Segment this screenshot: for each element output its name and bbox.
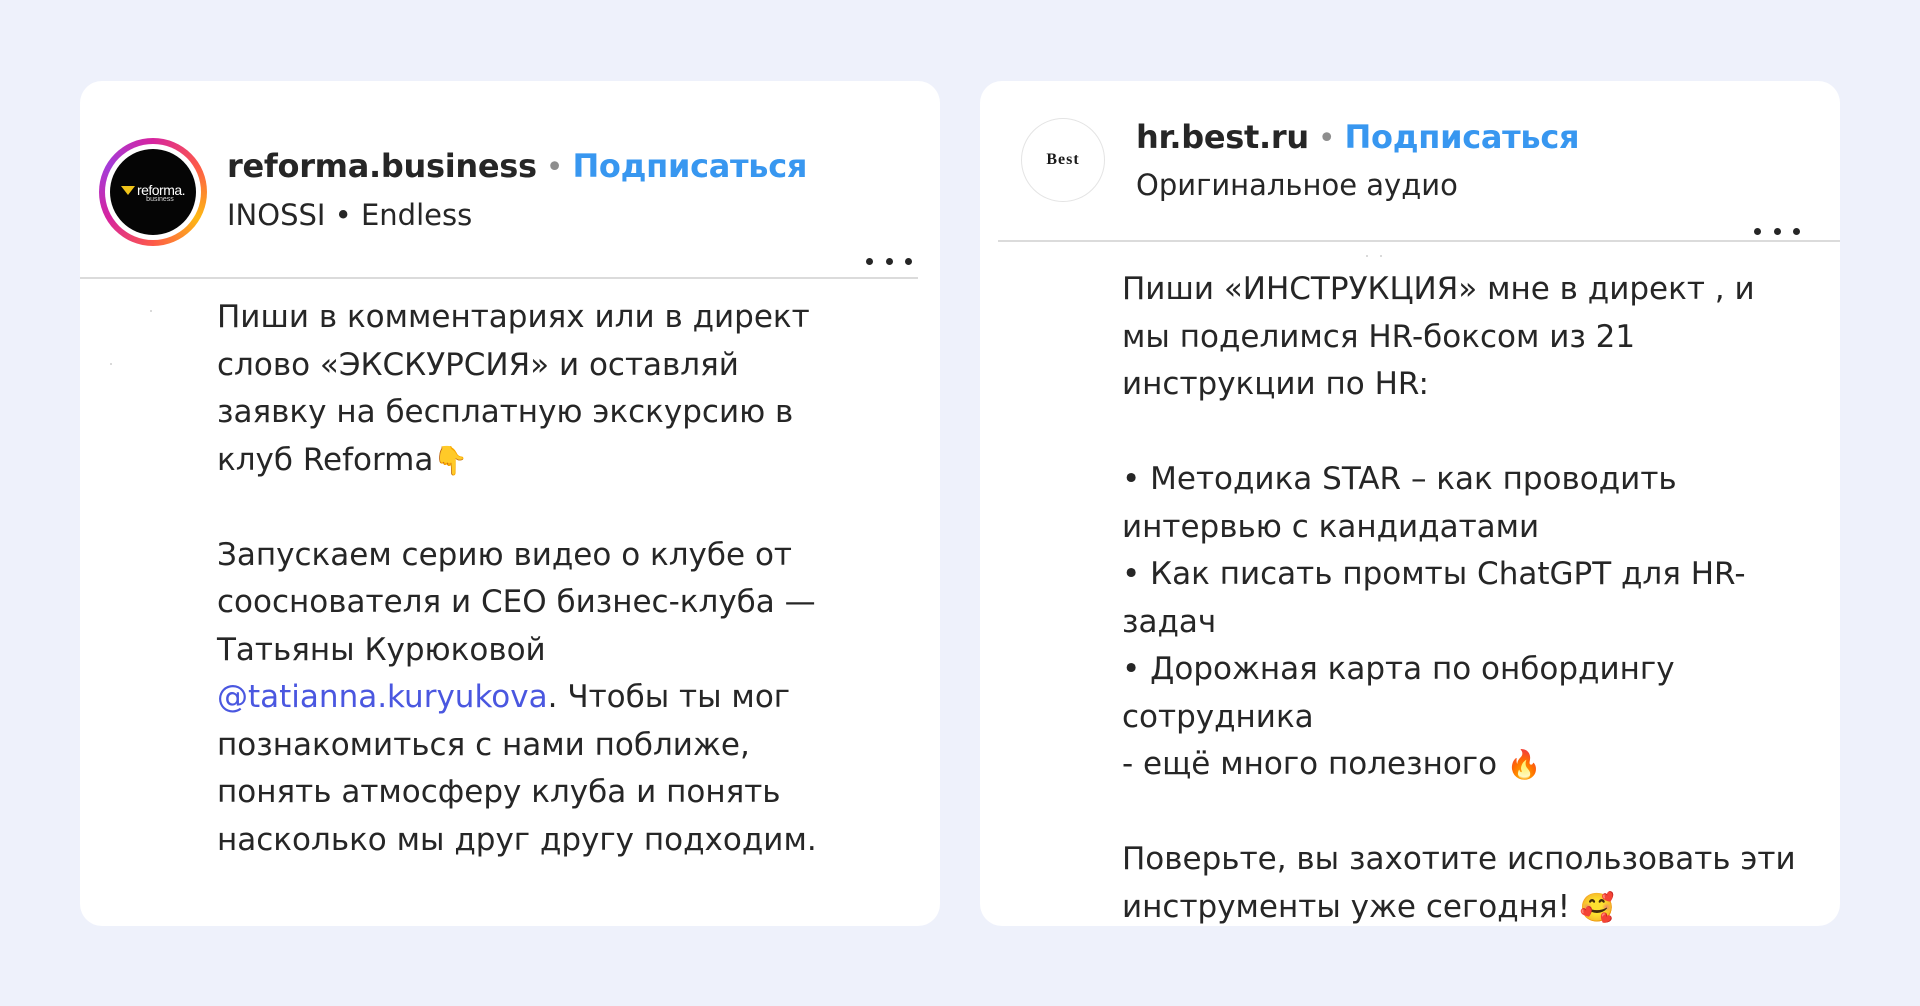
- dot-separator: •: [1317, 121, 1336, 156]
- mention-link[interactable]: @tatianna.kuryukova: [217, 679, 548, 715]
- name-line: reforma.business • Подписаться: [227, 147, 807, 185]
- audio-info[interactable]: Оригинальное аудио: [1136, 168, 1458, 202]
- faint-mark: [1380, 255, 1382, 257]
- pointing-down-emoji: 👇: [433, 443, 469, 477]
- header-divider: [80, 277, 918, 279]
- reforma-logo: reforma. business: [110, 149, 196, 235]
- smiling-hearts-emoji: 🥰: [1579, 890, 1615, 924]
- post-caption: Пиши в комментариях или в директ слово «…: [217, 299, 817, 858]
- fire-emoji: 🔥: [1506, 748, 1542, 781]
- audio-info[interactable]: INOSSI • Endless: [227, 198, 472, 232]
- more-options-icon[interactable]: [866, 256, 912, 266]
- faint-mark: [110, 363, 112, 365]
- profile-avatar[interactable]: Best: [1021, 118, 1105, 202]
- name-line: hr.best.ru • Подписаться: [1136, 118, 1580, 156]
- post-card-hrbest: Best hr.best.ru • Подписаться Оригинальн…: [980, 81, 1840, 926]
- more-options-icon[interactable]: [1754, 226, 1800, 236]
- dot-separator: •: [545, 150, 564, 185]
- username-link[interactable]: reforma.business: [227, 147, 537, 185]
- post-caption: Пиши «ИНСТРУКЦИЯ» мне в директ , и мы по…: [1122, 271, 1796, 925]
- best-logo: Best: [1046, 150, 1080, 168]
- logo-triangle-icon: [120, 186, 135, 195]
- header-divider: [998, 240, 1840, 242]
- follow-button[interactable]: Подписаться: [1345, 118, 1580, 156]
- profile-avatar[interactable]: reforma. business: [99, 138, 207, 246]
- faint-mark: [1366, 255, 1368, 257]
- follow-button[interactable]: Подписаться: [572, 147, 807, 185]
- username-link[interactable]: hr.best.ru: [1136, 118, 1309, 156]
- faint-mark: [150, 310, 152, 312]
- post-card-reforma: reforma. business reforma.business • Под…: [80, 81, 940, 926]
